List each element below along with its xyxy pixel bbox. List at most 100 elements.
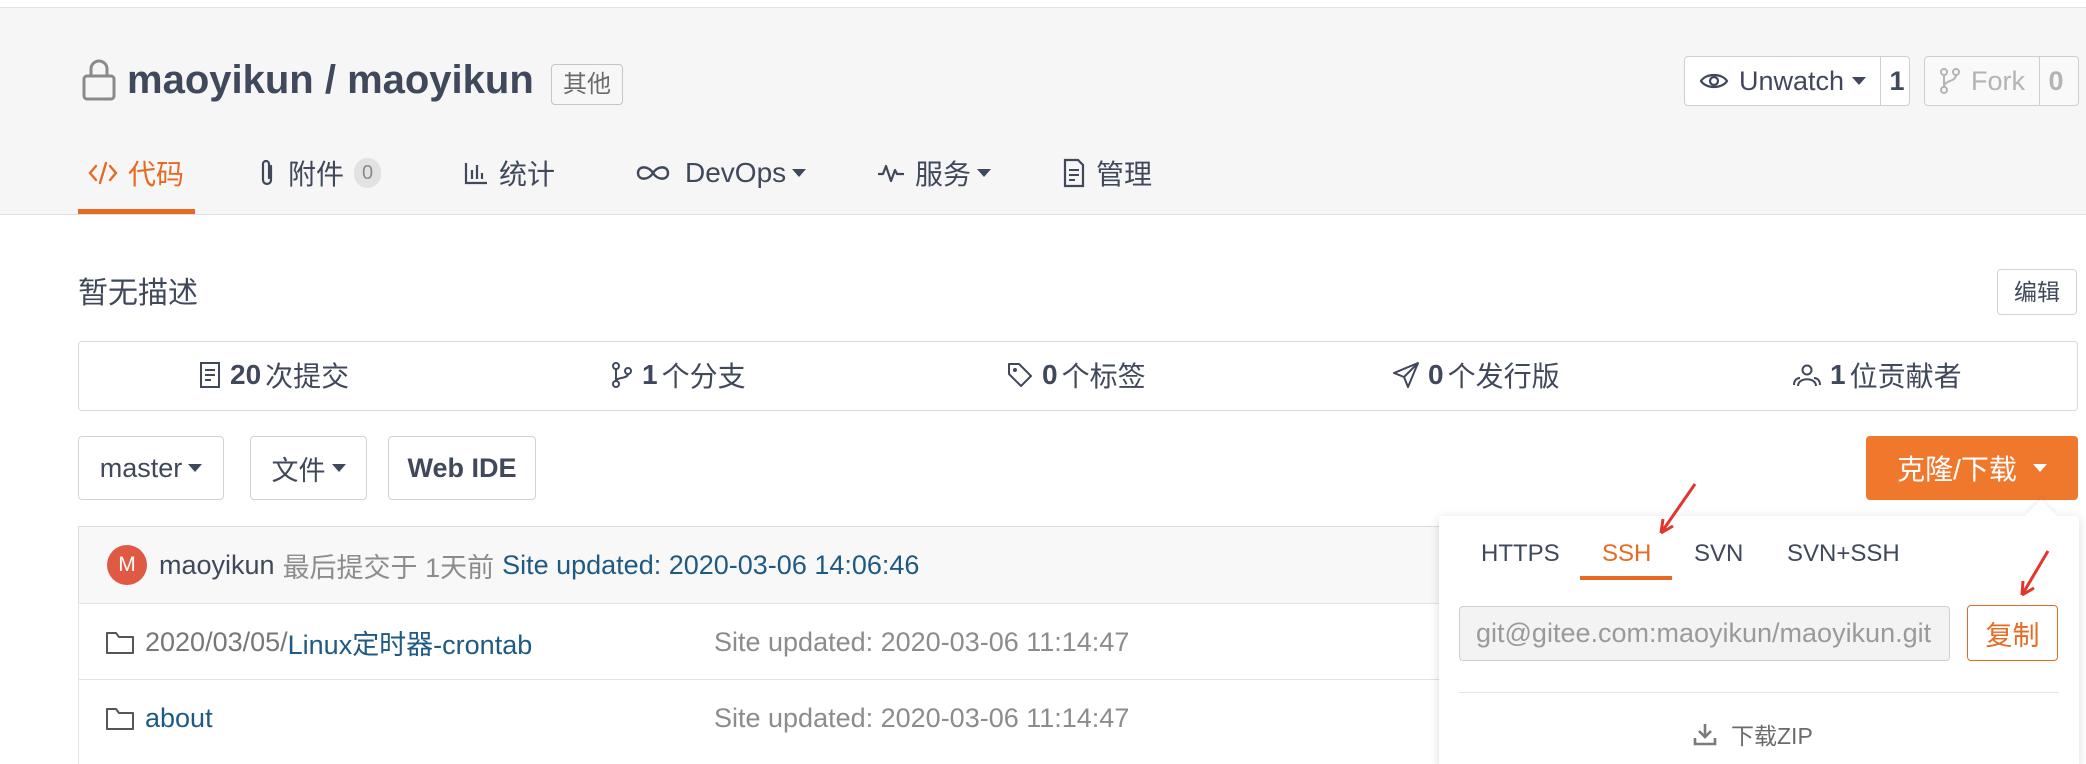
branch-select-label: master xyxy=(99,452,183,483)
branches-label: 个分支 xyxy=(661,361,746,392)
repo-category-badge: 其他 xyxy=(551,64,623,105)
clone-tab-svn-ssh[interactable]: SVN+SSH xyxy=(1787,534,1900,574)
files-dropdown-label: 文件 xyxy=(271,455,326,486)
download-icon xyxy=(1693,724,1717,746)
clone-download-label: 克隆/下载 xyxy=(1897,454,2017,485)
chevron-down-icon xyxy=(977,169,992,177)
folder-path-prefix[interactable]: 2020/03/05/ xyxy=(145,627,288,658)
clone-url-input[interactable] xyxy=(1459,606,1950,661)
table-row: about Site updated: 2020-03-06 11:14:47 xyxy=(78,679,1538,764)
repo-description: 暂无描述 xyxy=(78,277,198,310)
stat-contributors[interactable]: 1 位贡献者 xyxy=(1792,341,1962,409)
files-dropdown[interactable]: 文件 xyxy=(250,436,367,500)
paperclip-icon xyxy=(261,159,273,186)
edit-description-button[interactable]: 编辑 xyxy=(1997,269,2077,315)
commit-message-link[interactable]: Site updated: 2020-03-06 14:06:46 xyxy=(502,550,919,581)
download-zip-link[interactable]: 下载ZIP xyxy=(1693,716,1813,752)
lock-icon xyxy=(82,59,116,101)
tab-stats-label: 统计 xyxy=(499,159,556,190)
branch-icon xyxy=(612,362,632,388)
fork-button-group: Fork 0 xyxy=(1924,56,2079,106)
branches-count: 1 xyxy=(642,359,658,390)
chevron-down-icon xyxy=(331,464,346,472)
chevron-down-icon xyxy=(2032,464,2047,472)
contributors-count: 1 xyxy=(1830,359,1846,390)
stat-releases[interactable]: 0 个发行版 xyxy=(1392,341,1560,409)
tags-count: 0 xyxy=(1042,359,1058,390)
download-zip-label: 下载ZIP xyxy=(1731,723,1813,749)
tab-manage-label: 管理 xyxy=(1096,159,1153,190)
folder-icon xyxy=(106,708,134,730)
folder-icon xyxy=(106,632,134,654)
unwatch-button[interactable]: Unwatch xyxy=(1685,57,1882,105)
tab-services[interactable]: 服务 xyxy=(877,148,992,198)
attachments-count-badge: 0 xyxy=(354,158,382,188)
clone-tab-indicator xyxy=(1580,576,1672,580)
repo-owner-link[interactable]: maoyikun xyxy=(127,58,314,102)
tab-services-label: 服务 xyxy=(915,159,972,190)
commits-label: 次提交 xyxy=(265,361,350,392)
watch-count[interactable]: 1 xyxy=(1881,57,1913,105)
avatar[interactable]: M xyxy=(107,545,147,585)
repo-title: maoyikun / maoyikun xyxy=(127,54,534,106)
commit-author-link[interactable]: maoyikun xyxy=(159,550,275,581)
fork-button[interactable]: Fork xyxy=(1925,57,2040,105)
tab-attachments-label: 附件 xyxy=(288,159,345,190)
clone-download-button[interactable]: 克隆/下载 xyxy=(1866,436,2078,500)
tags-label: 个标签 xyxy=(1061,361,1146,392)
copy-url-button[interactable]: 复制 xyxy=(1967,605,2058,661)
eye-icon xyxy=(1699,73,1729,89)
commit-time: 最后提交于 1天前 xyxy=(282,552,495,583)
stat-tags[interactable]: 0 个标签 xyxy=(1006,341,1146,409)
tab-devops-label: DevOps xyxy=(685,157,787,188)
releases-count: 0 xyxy=(1428,359,1444,390)
fork-label: Fork xyxy=(1971,65,2025,96)
folder-name-link[interactable]: about xyxy=(145,703,213,734)
file-name[interactable]: 2020/03/05/Linux定时器-crontab xyxy=(105,604,532,680)
branch-select[interactable]: master xyxy=(78,436,224,500)
repo-name-link[interactable]: maoyikun xyxy=(347,58,534,102)
clone-tab-svn[interactable]: SVN xyxy=(1694,534,1743,574)
tab-code-label: 代码 xyxy=(128,159,185,190)
popover-divider xyxy=(1459,692,2059,693)
top-strip xyxy=(0,0,2086,8)
folder-name-link[interactable]: Linux定时器-crontab xyxy=(288,623,533,662)
chevron-down-icon xyxy=(188,464,203,472)
stat-branches[interactable]: 1 个分支 xyxy=(610,341,746,409)
infinity-icon xyxy=(636,166,670,180)
file-commit-message[interactable]: Site updated: 2020-03-06 11:14:47 xyxy=(714,604,1129,680)
commit-list-icon xyxy=(200,362,220,388)
fork-icon xyxy=(1940,68,1960,94)
repo-separator: / xyxy=(313,58,348,102)
users-icon xyxy=(1793,364,1821,387)
table-row: 2020/03/05/Linux定时器-crontab Site updated… xyxy=(78,603,1538,679)
tab-devops[interactable]: DevOps xyxy=(635,148,807,198)
tab-stats[interactable]: 统计 xyxy=(463,148,555,198)
releases-label: 个发行版 xyxy=(1447,361,1560,392)
tag-icon xyxy=(1008,363,1032,387)
web-ide-label: Web IDE xyxy=(407,452,517,483)
document-settings-icon xyxy=(1063,158,1085,188)
active-tab-indicator xyxy=(78,209,195,214)
commits-count: 20 xyxy=(230,359,262,390)
file-commit-message[interactable]: Site updated: 2020-03-06 11:14:47 xyxy=(714,680,1129,756)
last-commit-bar: M maoyikun 最后提交于 1天前 Site updated: 2020-… xyxy=(78,526,1538,603)
contributors-label: 位贡献者 xyxy=(1849,361,1962,392)
chevron-down-icon xyxy=(1852,77,1867,85)
code-icon xyxy=(88,161,118,185)
clone-tab-https[interactable]: HTTPS xyxy=(1481,534,1560,574)
watch-button-group: Unwatch 1 xyxy=(1684,56,1910,106)
tab-manage[interactable]: 管理 xyxy=(1062,148,1152,198)
tab-attachments[interactable]: 附件 0 xyxy=(258,148,382,198)
bar-chart-icon xyxy=(464,163,487,185)
web-ide-button[interactable]: Web IDE xyxy=(388,436,536,500)
clone-tab-ssh[interactable]: SSH xyxy=(1602,534,1651,574)
chevron-down-icon xyxy=(792,169,807,177)
unwatch-label: Unwatch xyxy=(1739,65,1845,96)
activity-icon xyxy=(878,164,904,183)
send-icon xyxy=(1393,362,1419,388)
fork-count[interactable]: 0 xyxy=(2040,57,2072,105)
file-name[interactable]: about xyxy=(105,680,213,756)
tab-code[interactable]: 代码 xyxy=(88,148,184,198)
stat-commits[interactable]: 20 次提交 xyxy=(198,341,349,409)
